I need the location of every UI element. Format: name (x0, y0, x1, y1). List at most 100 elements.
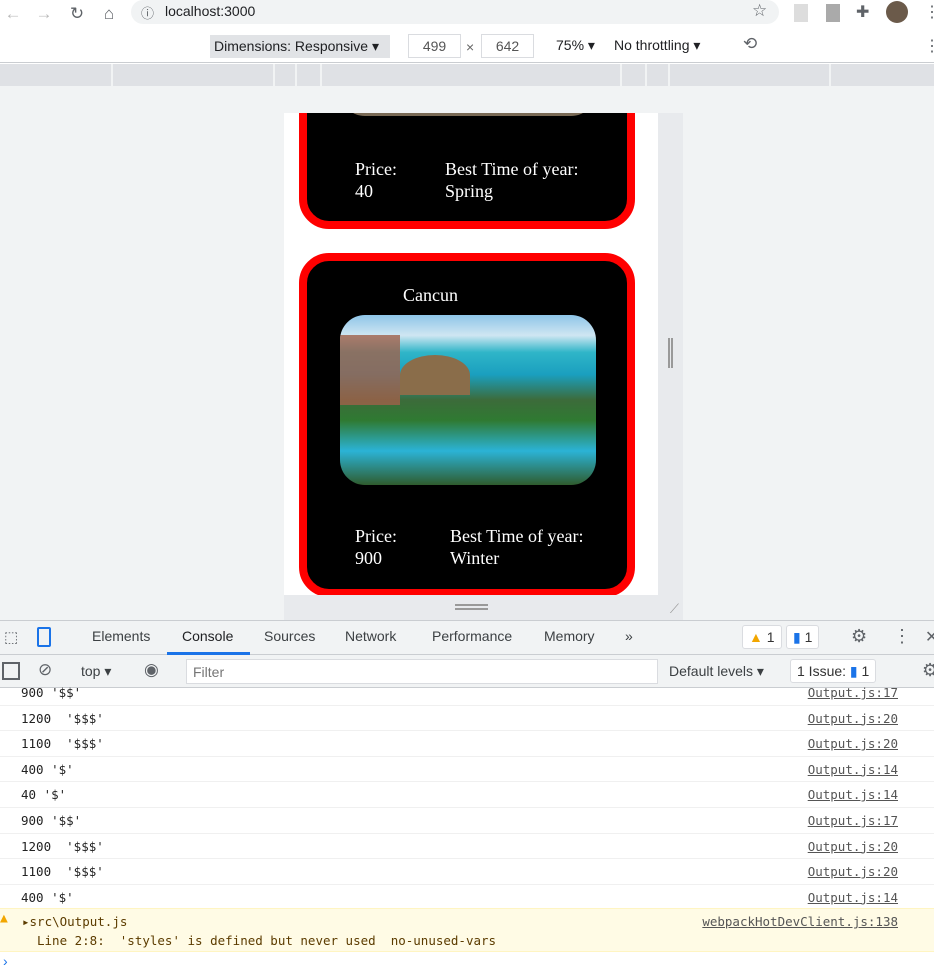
width-input[interactable]: 499 (408, 34, 461, 58)
warnings-count: 1 (766, 629, 775, 645)
warning-source-link[interactable]: webpackHotDevClient.js:138 (702, 914, 898, 929)
settings-icon[interactable]: ⚙ (851, 626, 867, 647)
corner-resize-icon[interactable]: ⟋ (670, 601, 679, 617)
console-warning[interactable]: ▲ ▸src\Output.js Line 2:8: 'styles' is d… (0, 908, 934, 952)
bookmark-star-icon[interactable]: ☆ (752, 1, 767, 21)
extension-icon[interactable] (794, 4, 808, 22)
info-icon[interactable]: ⓘ (141, 3, 154, 22)
media-query-ruler[interactable] (0, 64, 934, 86)
console-message: 1100 '$$$' (21, 864, 104, 880)
home-icon[interactable]: ⌂ (98, 3, 120, 25)
season-block: Best Time of year: Spring (445, 158, 579, 202)
message-icon: ▮ (849, 663, 858, 679)
season-block: Best Time of year: Winter (450, 525, 584, 569)
warning-expand[interactable]: ▸src\Output.js (22, 914, 127, 929)
tab-console[interactable]: Console (182, 628, 233, 644)
destination-card: Cancun Price: 900 Best Time of year: Winte… (299, 253, 635, 595)
ruler-divider (829, 64, 831, 86)
levels-select[interactable]: Default levels ▾ (669, 663, 764, 680)
puzzle-icon[interactable]: ✚ (856, 2, 869, 22)
console-prompt-icon[interactable]: › (3, 953, 8, 969)
inspect-icon[interactable]: ⬚ (4, 628, 18, 646)
destination-image (340, 113, 596, 116)
more-tabs-icon[interactable]: » (625, 628, 633, 644)
ruler-divider (273, 64, 275, 86)
menu-icon[interactable]: ⋮ (924, 2, 934, 22)
eye-icon[interactable]: ◉ (144, 660, 159, 680)
dimensions-select[interactable]: Dimensions: Responsive ▾ (210, 35, 390, 58)
reload-icon[interactable]: ↻ (66, 3, 88, 25)
more-icon[interactable]: ⋮ (893, 626, 911, 647)
warnings-badge[interactable]: ▲ 1 (742, 625, 782, 649)
price-block: Price: 900 (355, 525, 397, 569)
messages-badge[interactable]: ▮ 1 (786, 625, 820, 649)
extension-icon[interactable] (826, 4, 840, 22)
console-row: 1100 '$$$' Output.js:20 (0, 731, 934, 757)
clear-console-icon[interactable]: ⊘ (38, 660, 52, 680)
console-row: 1100 '$$$' Output.js:20 (0, 859, 934, 885)
ruler-divider (620, 64, 622, 86)
issues-count: 1 (861, 663, 870, 679)
resize-handle[interactable] (455, 604, 488, 610)
warning-icon: ▲ (749, 629, 763, 645)
warning-file: src\Output.js (29, 914, 128, 929)
season-label: Best Time of year: (450, 526, 584, 546)
resize-handle[interactable] (668, 338, 673, 368)
tab-sources[interactable]: Sources (264, 628, 315, 644)
ruler-divider (111, 64, 113, 86)
source-link[interactable]: Output.js:20 (808, 864, 898, 879)
resize-rail-right[interactable] (658, 113, 683, 595)
rotate-icon[interactable]: ⟲ (743, 34, 757, 54)
console-message: 1200 '$$$' (21, 710, 104, 726)
console-row: 400 '$' Output.js:14 (0, 757, 934, 783)
source-link[interactable]: Output.js:14 (808, 762, 898, 777)
device-toggle-icon[interactable] (37, 627, 51, 647)
tab-performance[interactable]: Performance (432, 628, 512, 644)
tab-elements[interactable]: Elements (92, 628, 150, 644)
ruler-divider (295, 64, 297, 86)
console-settings-icon[interactable]: ⚙ (922, 660, 934, 681)
context-select[interactable]: top ▾ (81, 663, 111, 680)
source-link[interactable]: Output.js:20 (808, 736, 898, 751)
console-message: 40 '$' (21, 787, 67, 803)
times-sign: × (466, 39, 475, 55)
source-link[interactable]: Output.js:17 (808, 685, 898, 700)
source-link[interactable]: Output.js:20 (808, 839, 898, 854)
ruler-divider (320, 64, 322, 86)
season-label: Best Time of year: (445, 159, 579, 179)
cancun-image (340, 315, 596, 485)
tab-memory[interactable]: Memory (544, 628, 595, 644)
back-icon[interactable]: ← (2, 3, 24, 25)
source-link[interactable]: Output.js:17 (808, 813, 898, 828)
console-row: 40 '$' Output.js:14 (0, 782, 934, 808)
device-frame: Price: 40 Best Time of year: Spring Cancun… (284, 113, 658, 595)
source-link[interactable]: Output.js:14 (808, 787, 898, 802)
zoom-label: 75% (556, 37, 585, 53)
throttling-select[interactable]: No throttling ▾ (614, 37, 700, 54)
console-message: 900 '$$' (21, 685, 82, 700)
ruler-divider (668, 64, 670, 86)
resize-rail-bottom[interactable]: ⟋ (284, 595, 683, 620)
more-icon[interactable]: ⋮ (924, 36, 934, 56)
url-text[interactable]: localhost:3000 (165, 3, 255, 19)
sidebar-toggle-icon[interactable] (2, 662, 20, 680)
price-value: 900 (355, 548, 382, 568)
tab-network[interactable]: Network (345, 628, 396, 644)
ruler-divider (645, 64, 647, 86)
zoom-select[interactable]: 75% ▾ (556, 37, 595, 54)
height-input[interactable]: 642 (481, 34, 534, 58)
console-message: 900 '$$' (21, 813, 82, 828)
console-row: 1200 '$$$' Output.js:20 (0, 834, 934, 860)
avatar[interactable] (886, 1, 908, 23)
warning-detail: Line 2:8: 'styles' is defined but never … (37, 933, 497, 948)
source-link[interactable]: Output.js:20 (808, 711, 898, 726)
source-link[interactable]: Output.js:14 (808, 890, 898, 905)
forward-icon[interactable]: → (33, 3, 55, 25)
console-row: 400 '$' Output.js:14 (0, 885, 934, 911)
message-icon: ▮ (793, 629, 801, 645)
context-label: top (81, 663, 101, 679)
console-row: 900 '$$' Output.js:17 (0, 808, 934, 834)
levels-label: Default levels (669, 663, 754, 679)
price-label: Price: (355, 526, 397, 546)
close-icon[interactable]: ✕ (925, 627, 934, 647)
